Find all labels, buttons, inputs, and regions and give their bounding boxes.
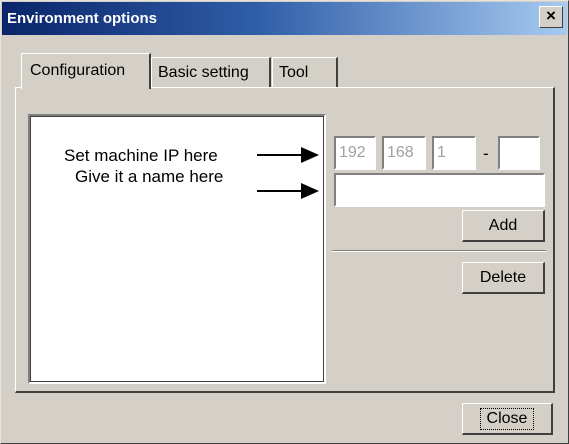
ip-octet-3-input[interactable]: [432, 136, 476, 170]
ip-octet-1-input[interactable]: [334, 136, 376, 170]
ip-octet-2-input[interactable]: [382, 136, 426, 170]
add-button[interactable]: Add: [462, 210, 545, 242]
close-button-label: Close: [479, 408, 535, 430]
tab-configuration[interactable]: Configuration: [21, 53, 151, 89]
arrow-right-icon: [257, 147, 319, 163]
machine-name-input[interactable]: [334, 173, 545, 207]
window-title: Environment options: [7, 10, 157, 27]
ip-separator: -: [483, 144, 489, 163]
close-button[interactable]: Close: [462, 403, 553, 435]
tab-basic-setting[interactable]: Basic setting: [151, 57, 271, 87]
annotation-give-name: Give it a name here: [75, 167, 224, 186]
ip-octet-4-input[interactable]: [498, 136, 540, 170]
delete-button[interactable]: Delete: [462, 262, 545, 294]
close-icon[interactable]: ×: [539, 6, 563, 28]
arrow-right-icon: [257, 183, 319, 199]
environment-options-dialog: Environment options × Configuration Basi…: [0, 0, 569, 444]
annotation-set-ip: Set machine IP here: [64, 146, 218, 165]
tab-tool[interactable]: Tool: [272, 57, 338, 87]
title-bar[interactable]: Environment options ×: [2, 2, 567, 35]
separator: [332, 250, 546, 252]
